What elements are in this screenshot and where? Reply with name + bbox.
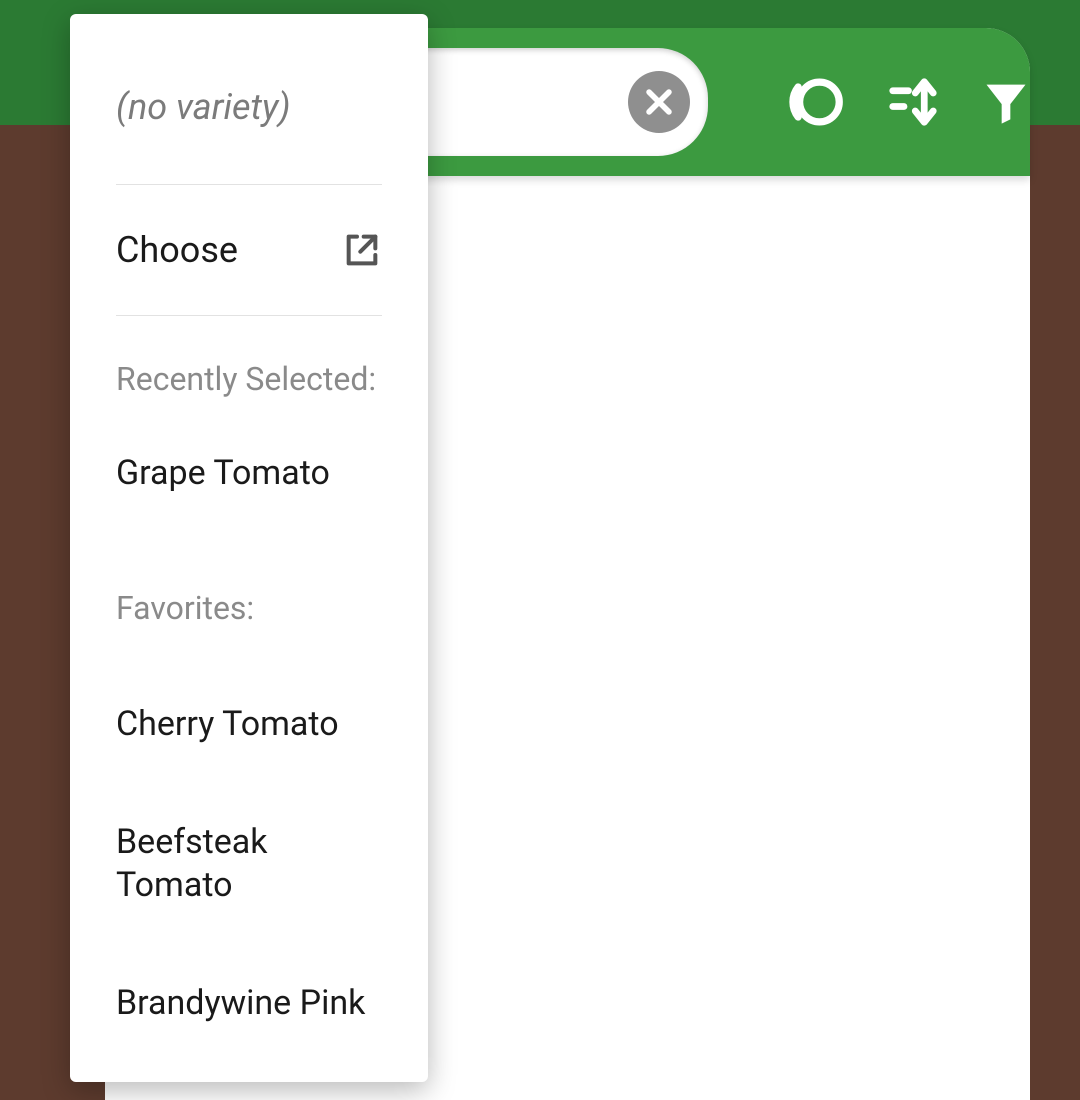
circle-ring-icon — [788, 73, 846, 131]
no-variety-option[interactable]: (no variety) — [116, 14, 382, 185]
spacer — [116, 635, 382, 665]
favorite-item[interactable]: Beefsteak Tomato — [116, 783, 382, 944]
favorites-heading: Favorites: — [116, 519, 382, 635]
app-stage: (no variety) Choose Recently Selected: G… — [0, 0, 1080, 1100]
close-icon — [642, 85, 676, 119]
choose-label: Choose — [116, 229, 238, 271]
favorite-item[interactable]: Cherry Tomato — [116, 665, 382, 784]
recently-selected-heading: Recently Selected: — [116, 316, 382, 406]
choose-option[interactable]: Choose — [116, 185, 382, 316]
sort-button[interactable] — [886, 72, 940, 132]
favorite-item[interactable]: Brandywine Pink — [116, 944, 382, 1063]
clear-search-button[interactable] — [628, 71, 690, 133]
view-toggle-button[interactable] — [788, 72, 846, 132]
variety-dropdown: (no variety) Choose Recently Selected: G… — [70, 14, 428, 1082]
filter-icon — [980, 76, 1032, 128]
open-external-icon — [342, 230, 382, 270]
sort-icon — [886, 75, 940, 129]
recent-item[interactable]: Grape Tomato — [116, 406, 382, 519]
filter-button[interactable] — [980, 72, 1032, 132]
